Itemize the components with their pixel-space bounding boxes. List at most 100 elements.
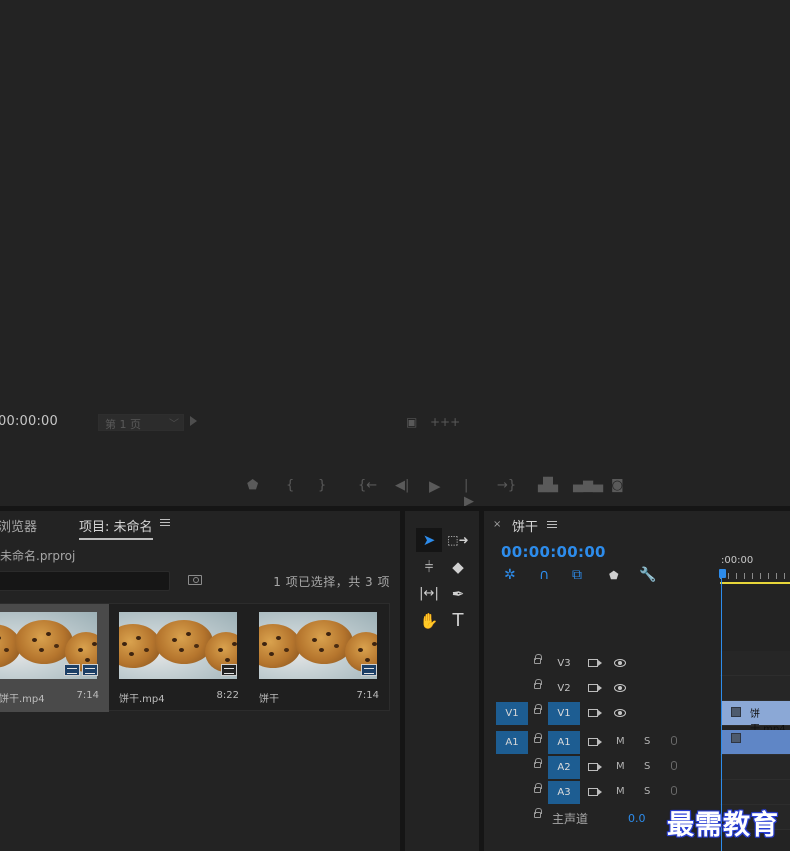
watermark-text: 最需教育 [667,810,779,841]
source-patch-v1[interactable]: V1 [496,702,528,725]
lock-icon[interactable] [534,758,542,768]
ripple-edit-tool-icon[interactable]: ⫩ [416,555,442,579]
lock-icon[interactable] [534,679,542,689]
tab-project[interactable]: 项目: 未命名 [79,516,153,540]
step-back-icon[interactable]: ◀| [395,478,409,494]
nest-icon[interactable]: ✲ [504,567,516,583]
panel-menu-icon[interactable] [160,519,170,528]
type-tool-icon[interactable]: T [445,609,471,633]
go-to-in-icon[interactable]: {← [358,478,377,494]
project-panel: 浏览器 项目: 未命名 未命名.prproj 1 项已选择，共 3 项 饼干.m… [0,511,400,851]
page-select[interactable]: 第 1 页 ﹀ [98,414,184,431]
linked-selection-icon[interactable]: ⧉ [572,567,582,583]
mute-button[interactable]: M [616,786,625,797]
master-volume-value[interactable]: 0.0 [628,812,646,825]
microphone-icon[interactable] [671,761,677,770]
timeline-video-clip[interactable]: 饼干.mp4 [721,701,790,735]
sync-lock-icon[interactable] [588,788,602,796]
tab-browser[interactable]: 浏览器 [0,516,37,535]
sync-lock-icon[interactable] [588,659,602,667]
track-v3: V3 [484,651,790,676]
mark-out-icon[interactable]: } [318,478,326,494]
chevron-down-icon: ﹀ [169,419,179,430]
lock-icon[interactable] [534,654,542,664]
sequence-item[interactable]: 饼干 7:14 [249,604,389,712]
mute-button[interactable]: M [616,761,625,772]
track-header: V1 V1 [484,701,720,726]
solo-button[interactable]: S [644,761,650,772]
pen-tool-icon[interactable]: ✒ [445,582,471,606]
find-icon[interactable] [188,575,202,585]
page-select-value: 第 1 页 [105,418,141,431]
track-name[interactable]: V2 [548,677,580,700]
lock-icon[interactable] [534,808,542,818]
selection-status: 1 项已选择，共 3 项 [273,575,390,589]
video-clip-icon [64,664,80,676]
monitor-timecode[interactable]: 00:00:00 [0,414,58,429]
sequence-timecode[interactable]: 00:00:00:00 [501,543,606,561]
lock-icon[interactable] [534,704,542,714]
mute-button[interactable]: M [616,736,625,747]
microphone-icon[interactable] [671,786,677,795]
eye-icon[interactable] [614,709,626,717]
timeline-panel: × 饼干 00:00:00:00 ✲ ∩ ⧉ ⬟ 🔧 :00:00 V3 V2 [484,511,790,851]
timeline-audio-clip[interactable] [721,730,790,754]
overwrite-icon[interactable]: ▄▆▄ [573,478,603,494]
track-name[interactable]: A2 [548,756,580,779]
go-to-out-icon[interactable]: →} [497,478,516,494]
panel-menu-icon[interactable] [547,521,557,530]
export-frame-icon[interactable]: ◙ [611,478,624,494]
track-name[interactable]: A1 [548,731,580,754]
fx-badge-icon [731,707,741,717]
clip-name: 饼干.mp4 [119,694,165,705]
clip-name: 饼干.mp4 [0,694,45,705]
sync-lock-icon[interactable] [588,738,602,746]
solo-button[interactable]: S [644,786,650,797]
hand-tool-icon[interactable]: ✋ [416,609,442,633]
sync-lock-icon[interactable] [588,709,602,717]
insert-icon[interactable]: ▟▙ [538,478,558,494]
project-search-input[interactable] [0,571,170,591]
clip-grid: 饼干.mp4 7:14 饼干.mp4 8:22 饼干 7:14 [0,603,390,712]
sync-lock-icon[interactable] [588,684,602,692]
tab-sequence[interactable]: 饼干 [512,516,538,535]
track-name[interactable]: V3 [548,652,580,675]
wrench-icon[interactable]: 🔧 [639,567,656,583]
audio-clip-icon [221,664,237,676]
track-name[interactable]: A3 [548,781,580,804]
clip-duration: 7:14 [76,690,99,701]
add-marker-icon[interactable]: ⬟ [609,569,619,582]
clip-duration: 7:14 [356,690,379,701]
project-file-name: 未命名.prproj [0,549,76,563]
eye-icon[interactable] [614,659,626,667]
eye-icon[interactable] [614,684,626,692]
solo-button[interactable]: S [644,736,650,747]
next-page-icon[interactable] [190,416,197,426]
work-area-bar[interactable] [720,582,790,584]
lock-icon[interactable] [534,733,542,743]
mark-in-icon[interactable]: { [286,478,294,494]
track-select-tool-icon[interactable]: ⬚➜ [445,528,471,552]
play-icon[interactable]: ▶ [429,478,441,494]
source-patch-a1[interactable]: A1 [496,731,528,754]
track-name[interactable]: V1 [548,702,580,725]
marker-icon[interactable]: ⬟ [247,478,258,494]
safe-margins-icon[interactable]: ▣ [406,415,417,429]
ruler-start-time: :00:00 [721,555,754,566]
close-icon[interactable]: × [493,519,501,530]
sync-lock-icon[interactable] [588,763,602,771]
clip-item[interactable]: 饼干.mp4 7:14 [0,604,109,712]
track-header: A3 M S [484,780,720,805]
track-a3: A3 M S [484,780,790,805]
selection-tool-icon[interactable]: ➤ [416,528,442,552]
microphone-icon[interactable] [671,736,677,745]
clip-item[interactable]: 饼干.mp4 8:22 [109,604,249,712]
fx-badge-icon [731,733,741,743]
snap-icon[interactable]: ∩ [539,567,549,583]
audio-clip-icon [82,664,98,676]
slip-tool-icon[interactable]: |↔| [416,582,442,606]
add-marker-icon[interactable]: +++ [430,415,460,429]
razor-tool-icon[interactable]: ◆ [445,555,471,579]
clip-name: 饼干 [259,694,279,705]
lock-icon[interactable] [534,783,542,793]
